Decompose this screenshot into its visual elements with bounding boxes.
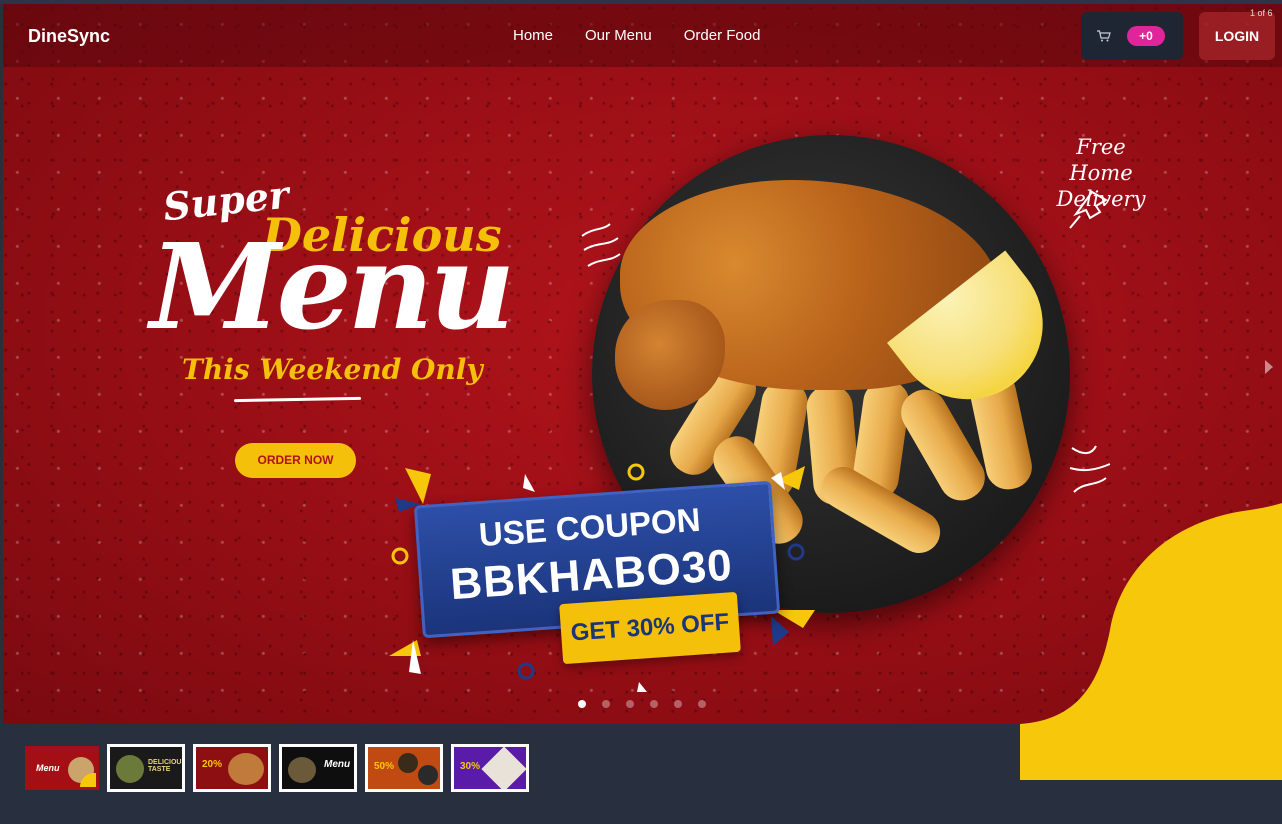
- sparkle-doodle-icon: [1069, 445, 1111, 493]
- thumbnail-3[interactable]: 20%: [193, 744, 271, 792]
- carousel-dot-1[interactable]: [578, 700, 586, 708]
- sparkle-doodle-icon: [581, 223, 621, 267]
- top-navbar: DineSync Home Our Menu Order Food +0 LOG…: [3, 4, 1282, 67]
- thumbnail-food: [288, 757, 316, 783]
- thumbnail-label: Menu: [324, 759, 351, 770]
- carousel-dots: [578, 700, 706, 708]
- cart-count-badge: +0: [1127, 26, 1165, 46]
- headline-menu: Menu: [150, 217, 515, 356]
- order-now-button[interactable]: ORDER NOW: [235, 443, 356, 478]
- login-button[interactable]: LOGIN: [1199, 12, 1275, 60]
- cart-button[interactable]: +0: [1081, 12, 1183, 60]
- free-delivery-line1: Free Home: [1069, 135, 1133, 185]
- thumbnail-label: 30%: [460, 761, 481, 772]
- thumbnail-food: [228, 753, 264, 785]
- thumbnail-label: DELICIOUS TASTE: [148, 759, 185, 773]
- thumbnail-2[interactable]: DELICIOUS TASTE: [107, 744, 185, 792]
- yellow-wave-decoration: [1020, 503, 1282, 780]
- carousel-dot-4[interactable]: [650, 700, 658, 708]
- thumbnail-strip: Menu DELICIOUS TASTE 20% Menu 50% 30%: [25, 744, 529, 792]
- thumbnail-5[interactable]: 50%: [365, 744, 443, 792]
- thumbnail-label: 50%: [374, 761, 395, 772]
- thumbnail-label: Menu: [36, 763, 60, 773]
- headline-weekend: This Weekend Only: [182, 353, 483, 386]
- nav-link-our-menu[interactable]: Our Menu: [585, 27, 652, 44]
- carousel-dot-2[interactable]: [602, 700, 610, 708]
- thumbnail-food: [116, 755, 144, 783]
- brand-logo[interactable]: DineSync: [28, 26, 110, 47]
- thumbnail-4[interactable]: Menu: [279, 744, 357, 792]
- thumbnail-food: [418, 765, 438, 785]
- thumbnail-label: 20%: [202, 759, 223, 770]
- arrow-doodle-icon: [1069, 190, 1108, 229]
- carousel-dot-3[interactable]: [626, 700, 634, 708]
- thumbnail-6[interactable]: 30%: [451, 744, 529, 792]
- thumbnail-food: [481, 747, 526, 789]
- chevron-right-icon[interactable]: [1265, 360, 1273, 374]
- coupon-offer: GET 30% OFF: [559, 591, 741, 665]
- thumbnail-food: [398, 753, 418, 773]
- nav-link-order-food[interactable]: Order Food: [684, 27, 761, 44]
- thumbnail-1[interactable]: Menu: [25, 746, 99, 790]
- slide-counter: 1 of 6: [1250, 8, 1273, 18]
- carousel-dot-5[interactable]: [674, 700, 682, 708]
- nav-link-home[interactable]: Home: [513, 27, 553, 44]
- carousel-dot-6[interactable]: [698, 700, 706, 708]
- nav-links: Home Our Menu Order Food: [513, 27, 792, 44]
- cart-icon: [1097, 30, 1111, 42]
